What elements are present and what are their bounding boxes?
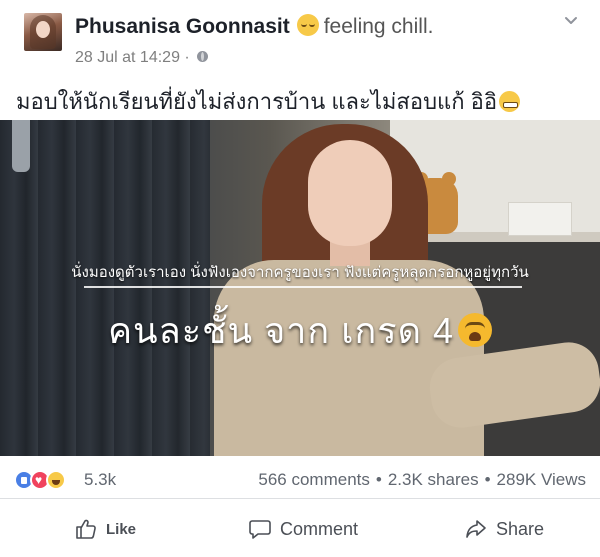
post-caption: มอบให้นักเรียนที่ยังไม่ส่งการบ้าน และไม่… bbox=[16, 84, 521, 119]
comment-icon bbox=[249, 520, 271, 539]
views-count: 289K Views bbox=[496, 470, 586, 489]
author-name[interactable]: Phusanisa Goonnasit bbox=[75, 15, 290, 38]
comment-label: Comment bbox=[280, 518, 359, 539]
shares-count[interactable]: 2.3K shares bbox=[388, 470, 479, 489]
grimace-emoji-icon bbox=[499, 91, 521, 112]
subtitle-big-text: คนละชั้น จาก เกรด 4 bbox=[107, 310, 455, 351]
stats-separator: • bbox=[484, 470, 491, 489]
avatar-face bbox=[36, 21, 50, 38]
chevron-down-icon[interactable] bbox=[564, 14, 578, 28]
share-label: Share bbox=[496, 518, 545, 539]
post-meta: 28 Jul at 14:29 · bbox=[75, 49, 209, 67]
weary-emoji-icon bbox=[458, 313, 493, 347]
engagement-stats: 566 comments • 2.3K shares • 289K Views bbox=[258, 470, 586, 490]
video-box bbox=[508, 202, 572, 236]
video-subtitle-big: คนละชั้น จาก เกรด 4 bbox=[0, 302, 600, 359]
thumbs-up-icon bbox=[76, 519, 96, 539]
share-button[interactable]: Share bbox=[464, 510, 544, 548]
post-header: Phusanisa Goonnasit feeling chill. 28 Jul… bbox=[0, 0, 600, 78]
comment-button[interactable]: Comment bbox=[248, 510, 358, 548]
post-actions: Like Comment Share bbox=[0, 510, 600, 548]
video-lamp bbox=[12, 120, 30, 172]
video-curtain bbox=[0, 120, 210, 456]
globe-icon bbox=[197, 51, 209, 62]
author-line: Phusanisa Goonnasit feeling chill. bbox=[75, 14, 433, 39]
post-stats: 5.3k 566 comments • 2.3K shares • 289K Views bbox=[0, 462, 600, 499]
share-arrow-icon bbox=[466, 520, 486, 538]
haha-reaction-icon bbox=[46, 470, 66, 490]
relieved-emoji-icon bbox=[296, 14, 319, 36]
subtitle-divider bbox=[84, 286, 522, 288]
meta-separator: · bbox=[184, 49, 190, 66]
video-player[interactable]: นั่งมองดูตัวเราเอง นั่งฟังเองจากครูของเร… bbox=[0, 120, 600, 456]
comments-count[interactable]: 566 comments bbox=[258, 470, 370, 489]
like-label: Like bbox=[106, 520, 137, 538]
facebook-post: Phusanisa Goonnasit feeling chill. 28 Jul… bbox=[0, 0, 600, 557]
feeling-text: feeling chill. bbox=[323, 15, 434, 38]
stats-separator: • bbox=[375, 470, 382, 489]
avatar[interactable] bbox=[24, 13, 62, 51]
like-button[interactable]: Like bbox=[74, 510, 136, 548]
caption-text: มอบให้นักเรียนที่ยังไม่ส่งการบ้าน และไม่… bbox=[16, 89, 498, 114]
reaction-icons[interactable] bbox=[14, 470, 78, 490]
person-face bbox=[308, 140, 392, 246]
post-timestamp[interactable]: 28 Jul at 14:29 bbox=[75, 49, 180, 66]
video-subtitle-small: นั่งมองดูตัวเราเอง นั่งฟังเองจากครูของเร… bbox=[71, 264, 529, 281]
reaction-count[interactable]: 5.3k bbox=[84, 470, 116, 490]
